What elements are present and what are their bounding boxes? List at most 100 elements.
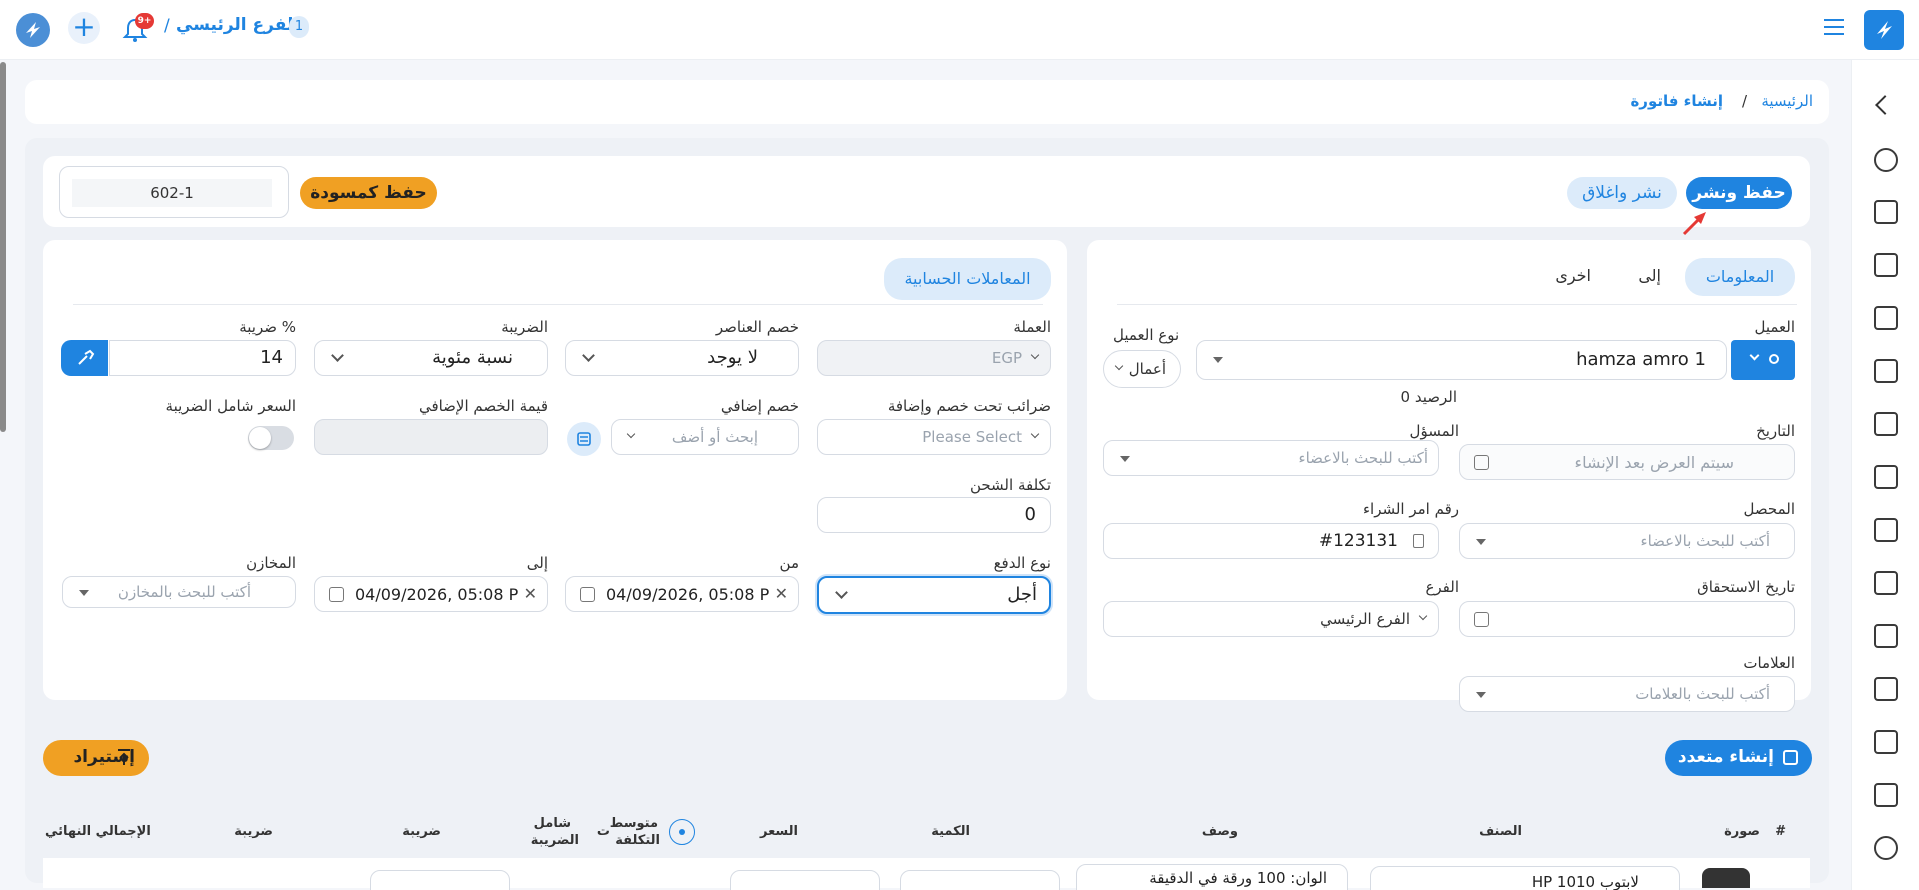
customer-dropdown-icon [1213, 357, 1223, 363]
cash-icon[interactable] [1874, 730, 1898, 754]
chevron-down-icon [331, 349, 344, 362]
sales-icon[interactable] [1874, 200, 1898, 224]
tax-percent-label: ضريبة % [239, 318, 296, 336]
app-logo-icon[interactable] [1864, 10, 1904, 50]
warehouses-label: المخازن [246, 554, 296, 572]
purchases-icon[interactable] [1874, 359, 1898, 383]
customer-add-button[interactable] [1731, 340, 1795, 380]
save-publish-button[interactable]: حفظ ونشر [1686, 177, 1792, 209]
row-tax-input[interactable] [370, 870, 510, 890]
responsible-select[interactable]: أكتب للبحث بالاعضاء [1103, 440, 1439, 476]
products-icon[interactable] [1874, 624, 1898, 648]
menu-icon[interactable] [1824, 19, 1844, 35]
branch-name: الفرع الرئيسي [176, 15, 300, 35]
payments-icon[interactable] [1874, 518, 1898, 542]
to-date-field[interactable]: ✕ 04/09/2026, 05:08 P [314, 576, 548, 612]
taxes-under-select[interactable]: Please Select [817, 419, 1051, 455]
tags-label: العلامات [1743, 654, 1795, 672]
invoice-number-wrapper: 602-1 [59, 166, 289, 218]
row-description-input[interactable]: الوان: 100 ورقة في الدقيقة [1076, 864, 1348, 890]
reports-icon[interactable] [1874, 836, 1898, 860]
extra-discount-value-label: قيمة الخصم الإضافي [418, 397, 548, 415]
publish-close-button[interactable]: نشر واغلاق [1567, 177, 1677, 209]
clear-icon[interactable]: ✕ [524, 584, 537, 603]
customer-select[interactable]: hamza amro 1 [1196, 340, 1727, 380]
price-incl-tax-label: السعر شامل الضريبة [165, 397, 296, 415]
customer-type-select[interactable]: أعمال [1103, 350, 1181, 388]
row-item-select[interactable]: HP 1010 لابتوب [1370, 866, 1680, 890]
col-item: الصنف [1479, 824, 1522, 839]
save-draft-button[interactable]: حفظ كمسودة [300, 177, 437, 209]
calendar-icon [1474, 612, 1489, 627]
branch-breadcrumb[interactable]: / الفرع الرئيسي 1 [164, 14, 310, 44]
date-field[interactable]: سيتم العرض بعد الإنشاء [1459, 444, 1795, 480]
tax-picker-button[interactable] [61, 340, 108, 376]
calendar-icon [580, 587, 595, 602]
returns-icon[interactable] [1874, 465, 1898, 489]
tags-select[interactable]: أكتب للبحث بالعلامات [1459, 676, 1795, 712]
payment-type-select[interactable]: أجل [817, 576, 1051, 614]
tab-info[interactable]: المعلومات [1685, 258, 1795, 296]
shipping-label: تكلفة الشحن [969, 476, 1051, 494]
breadcrumb-current: إنشاء فاتورة [1630, 92, 1723, 110]
avg-cost-eye-icon[interactable] [669, 819, 695, 845]
branch-label: الفرع [1425, 578, 1459, 596]
customer-type-label: نوع العميل [1113, 326, 1180, 344]
pointer-arrow-icon [1680, 208, 1710, 238]
row-quantity-input[interactable] [900, 870, 1060, 890]
col-avg-cost-line1: متوسط [609, 816, 658, 831]
clear-icon[interactable]: ✕ [775, 584, 788, 603]
from-date-field[interactable]: ✕ 04/09/2026, 05:08 P [565, 576, 799, 612]
items-table: # صورة الصنف وصف الكمية السعر متوسط التك… [43, 788, 1810, 890]
tabs-divider [1117, 304, 1797, 305]
sidebar [1851, 60, 1919, 890]
item-discount-label: خصم العناصر [715, 318, 799, 336]
customer-label: العميل [1754, 318, 1795, 336]
shipping-input[interactable]: 0 [817, 497, 1051, 533]
col-quantity: الكمية [931, 824, 970, 839]
store-icon[interactable] [1874, 253, 1898, 277]
documents-icon[interactable] [1874, 412, 1898, 436]
po-number-label: رقم امر الشراء [1362, 500, 1459, 518]
responsible-label: المسؤل [1409, 422, 1459, 440]
po-number-input[interactable]: #123131 [1103, 523, 1439, 559]
row-price-input[interactable] [730, 870, 880, 890]
collector-select[interactable]: أكتب للبحث بالاعضاء [1459, 523, 1795, 559]
breadcrumb-home-link[interactable]: الرئيسية [1761, 92, 1813, 110]
actions-bar: حفظ ونشر نشر واغلاق حفظ كمسودة 602-1 [43, 156, 1810, 236]
price-incl-tax-toggle[interactable] [248, 426, 294, 450]
accounting-card: المعاملات الحسابية العملة EGP خصم العناص… [43, 240, 1067, 700]
col-t: ت [596, 824, 610, 839]
due-date-field[interactable] [1459, 601, 1795, 637]
product-thumbnail [1702, 868, 1750, 888]
tab-to[interactable]: إلى [1638, 266, 1661, 285]
payment-type-label: نوع الدفع [993, 554, 1051, 572]
tax-type-select[interactable]: نسبة مئوية [314, 340, 548, 376]
info-card: المعلومات إلى اخرى العميل hamza amro 1 ن… [1087, 240, 1811, 712]
to-label: إلى [526, 554, 548, 572]
add-document-icon[interactable] [1874, 677, 1898, 701]
discount-type-button[interactable] [567, 422, 601, 456]
extra-discount-label: خصم إضافي [720, 397, 799, 415]
taxes-under-label: ضرائب تحت خصم وإضافة [887, 397, 1051, 415]
extra-discount-select[interactable]: إبحث أو أضف [611, 419, 799, 455]
item-discount-select[interactable]: لا يوجد [565, 340, 799, 376]
tax-percent-input[interactable]: 14 [109, 340, 296, 376]
import-button[interactable]: إستيراد [43, 740, 149, 776]
page-scrollbar[interactable] [0, 62, 6, 432]
tab-accounting[interactable]: المعاملات الحسابية [884, 258, 1051, 300]
customer-balance: الرصيد 0 [1400, 388, 1457, 406]
invoice-icon[interactable] [1874, 306, 1898, 330]
create-multiple-button[interactable]: إنشاء متعدد [1665, 740, 1812, 776]
brand-logo-icon[interactable] [16, 13, 50, 47]
users-icon[interactable] [1874, 783, 1898, 807]
pos-icon[interactable] [1874, 571, 1898, 595]
table-row: HP 1010 لابتوب الوان: 100 ورقة في الدقيق… [43, 858, 1810, 890]
dashboard-icon[interactable] [1874, 148, 1898, 172]
tab-other[interactable]: اخرى [1555, 266, 1591, 285]
branch-select[interactable]: الفرع الرئيسي [1103, 601, 1439, 637]
collapse-chevron-icon[interactable] [1875, 95, 1895, 115]
invoice-number-input[interactable]: 602-1 [72, 179, 272, 207]
add-button[interactable]: + [68, 12, 100, 44]
warehouses-select[interactable]: أكتب للبحث بالمخازن [62, 576, 296, 608]
